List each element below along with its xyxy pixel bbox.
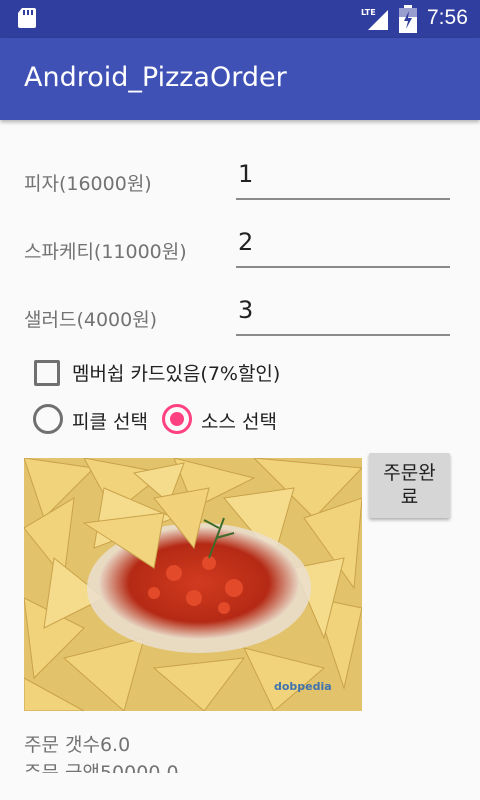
- spaghetti-quantity-input[interactable]: 2: [236, 228, 450, 268]
- sd-card-icon: [18, 8, 36, 28]
- status-bar: LTE 7:56: [0, 0, 480, 38]
- network-type-label: LTE: [361, 8, 376, 17]
- pizza-quantity-input[interactable]: 1: [236, 160, 450, 200]
- salsa-chips-image: dobpedia: [24, 458, 362, 711]
- spaghetti-label: 스파케티(11000원): [24, 241, 187, 263]
- pizza-label: 피자(16000원): [24, 173, 152, 195]
- pickle-radio-label[interactable]: 피클 선택: [72, 407, 148, 434]
- sauce-radio[interactable]: [162, 404, 192, 434]
- image-watermark: dobpedia: [274, 680, 332, 693]
- app-bar: Android_PizzaOrder: [0, 38, 480, 120]
- order-complete-button[interactable]: 주문완료: [369, 453, 450, 518]
- battery-icon: [399, 5, 417, 33]
- order-complete-button-label: 주문완료: [383, 462, 436, 508]
- pickle-radio[interactable]: [33, 404, 63, 434]
- screen-bottom-edge: [0, 773, 480, 800]
- salad-label: 샐러드(4000원): [24, 309, 158, 331]
- signal-icon: LTE: [361, 8, 388, 30]
- salad-quantity-input[interactable]: 3: [236, 296, 450, 336]
- membership-checkbox[interactable]: [34, 360, 60, 386]
- app-title: Android_PizzaOrder: [24, 62, 287, 93]
- sauce-radio-label[interactable]: 소스 선택: [201, 407, 277, 434]
- clock: 7:56: [427, 6, 468, 29]
- order-count-text: 주문 갯수6.0: [24, 734, 131, 756]
- membership-label: 멤버쉽 카드있음(7%할인): [72, 363, 281, 385]
